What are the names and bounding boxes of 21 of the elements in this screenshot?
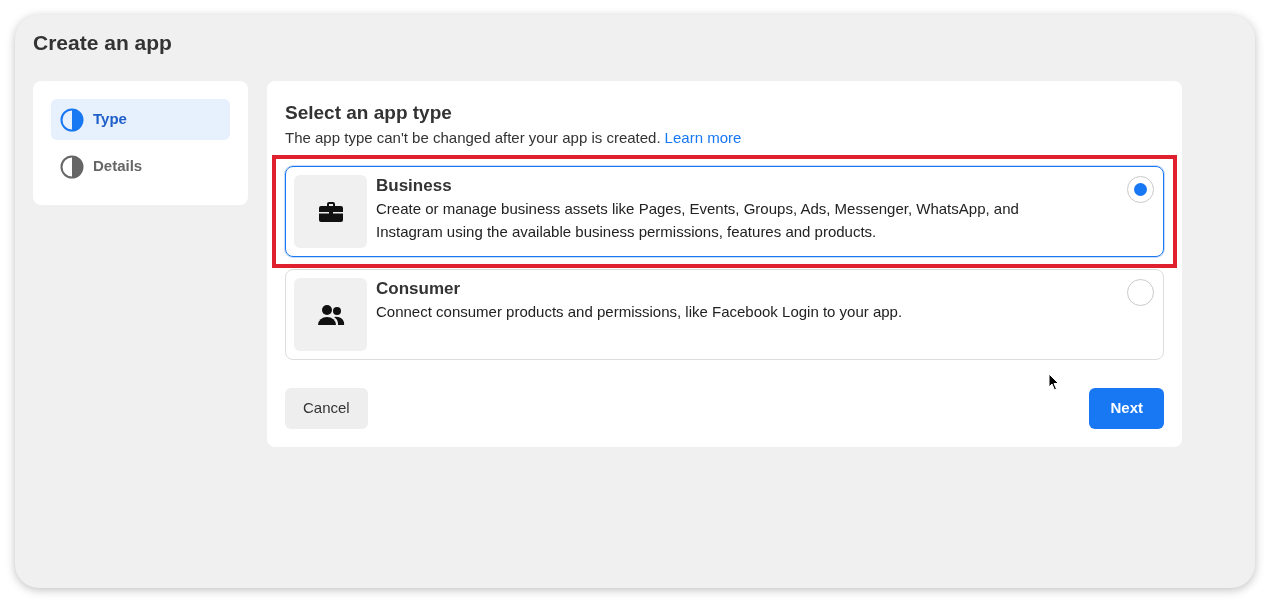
half-circle-icon	[60, 154, 84, 179]
app-type-option[interactable]: Consumer Connect consumer products and permissions, like Facebook Login to your app.	[285, 269, 1164, 360]
half-circle-icon	[60, 107, 84, 132]
briefcase-icon	[317, 200, 344, 223]
cancel-button[interactable]: Cancel	[285, 388, 368, 429]
dialog-title: Create an app	[33, 31, 173, 55]
app-type-option[interactable]: Business Create or manage business assets like Pages, Events, Groups, Ads, Messenger, WhatsApp, and Instagram using the available business permissions, features and products.	[285, 166, 1164, 257]
card-heading: Select an app type	[285, 101, 453, 125]
option-description: Create or manage business assets like Pages, Events, Groups, Ads, Messenger, WhatsApp, and Instagram using the available business permissions, features and products.	[376, 199, 1020, 242]
option-description: Connect consumer products and permissions, like Facebook Login to your app.	[376, 302, 904, 322]
people-icon	[316, 303, 345, 326]
card-subtitle: The app type can't be changed after your app is created.	[285, 128, 661, 148]
learn-more-link[interactable]: Learn more	[664, 126, 742, 150]
step-item[interactable]: Details	[51, 146, 230, 187]
next-button[interactable]: Next	[1089, 388, 1164, 429]
radio-button[interactable]	[1127, 279, 1154, 306]
option-title: Consumer	[376, 278, 462, 300]
option-title: Business	[376, 175, 453, 197]
step-item[interactable]: Type	[51, 99, 230, 140]
radio-button[interactable]	[1127, 176, 1154, 203]
mouse-pointer-icon	[1048, 373, 1060, 391]
